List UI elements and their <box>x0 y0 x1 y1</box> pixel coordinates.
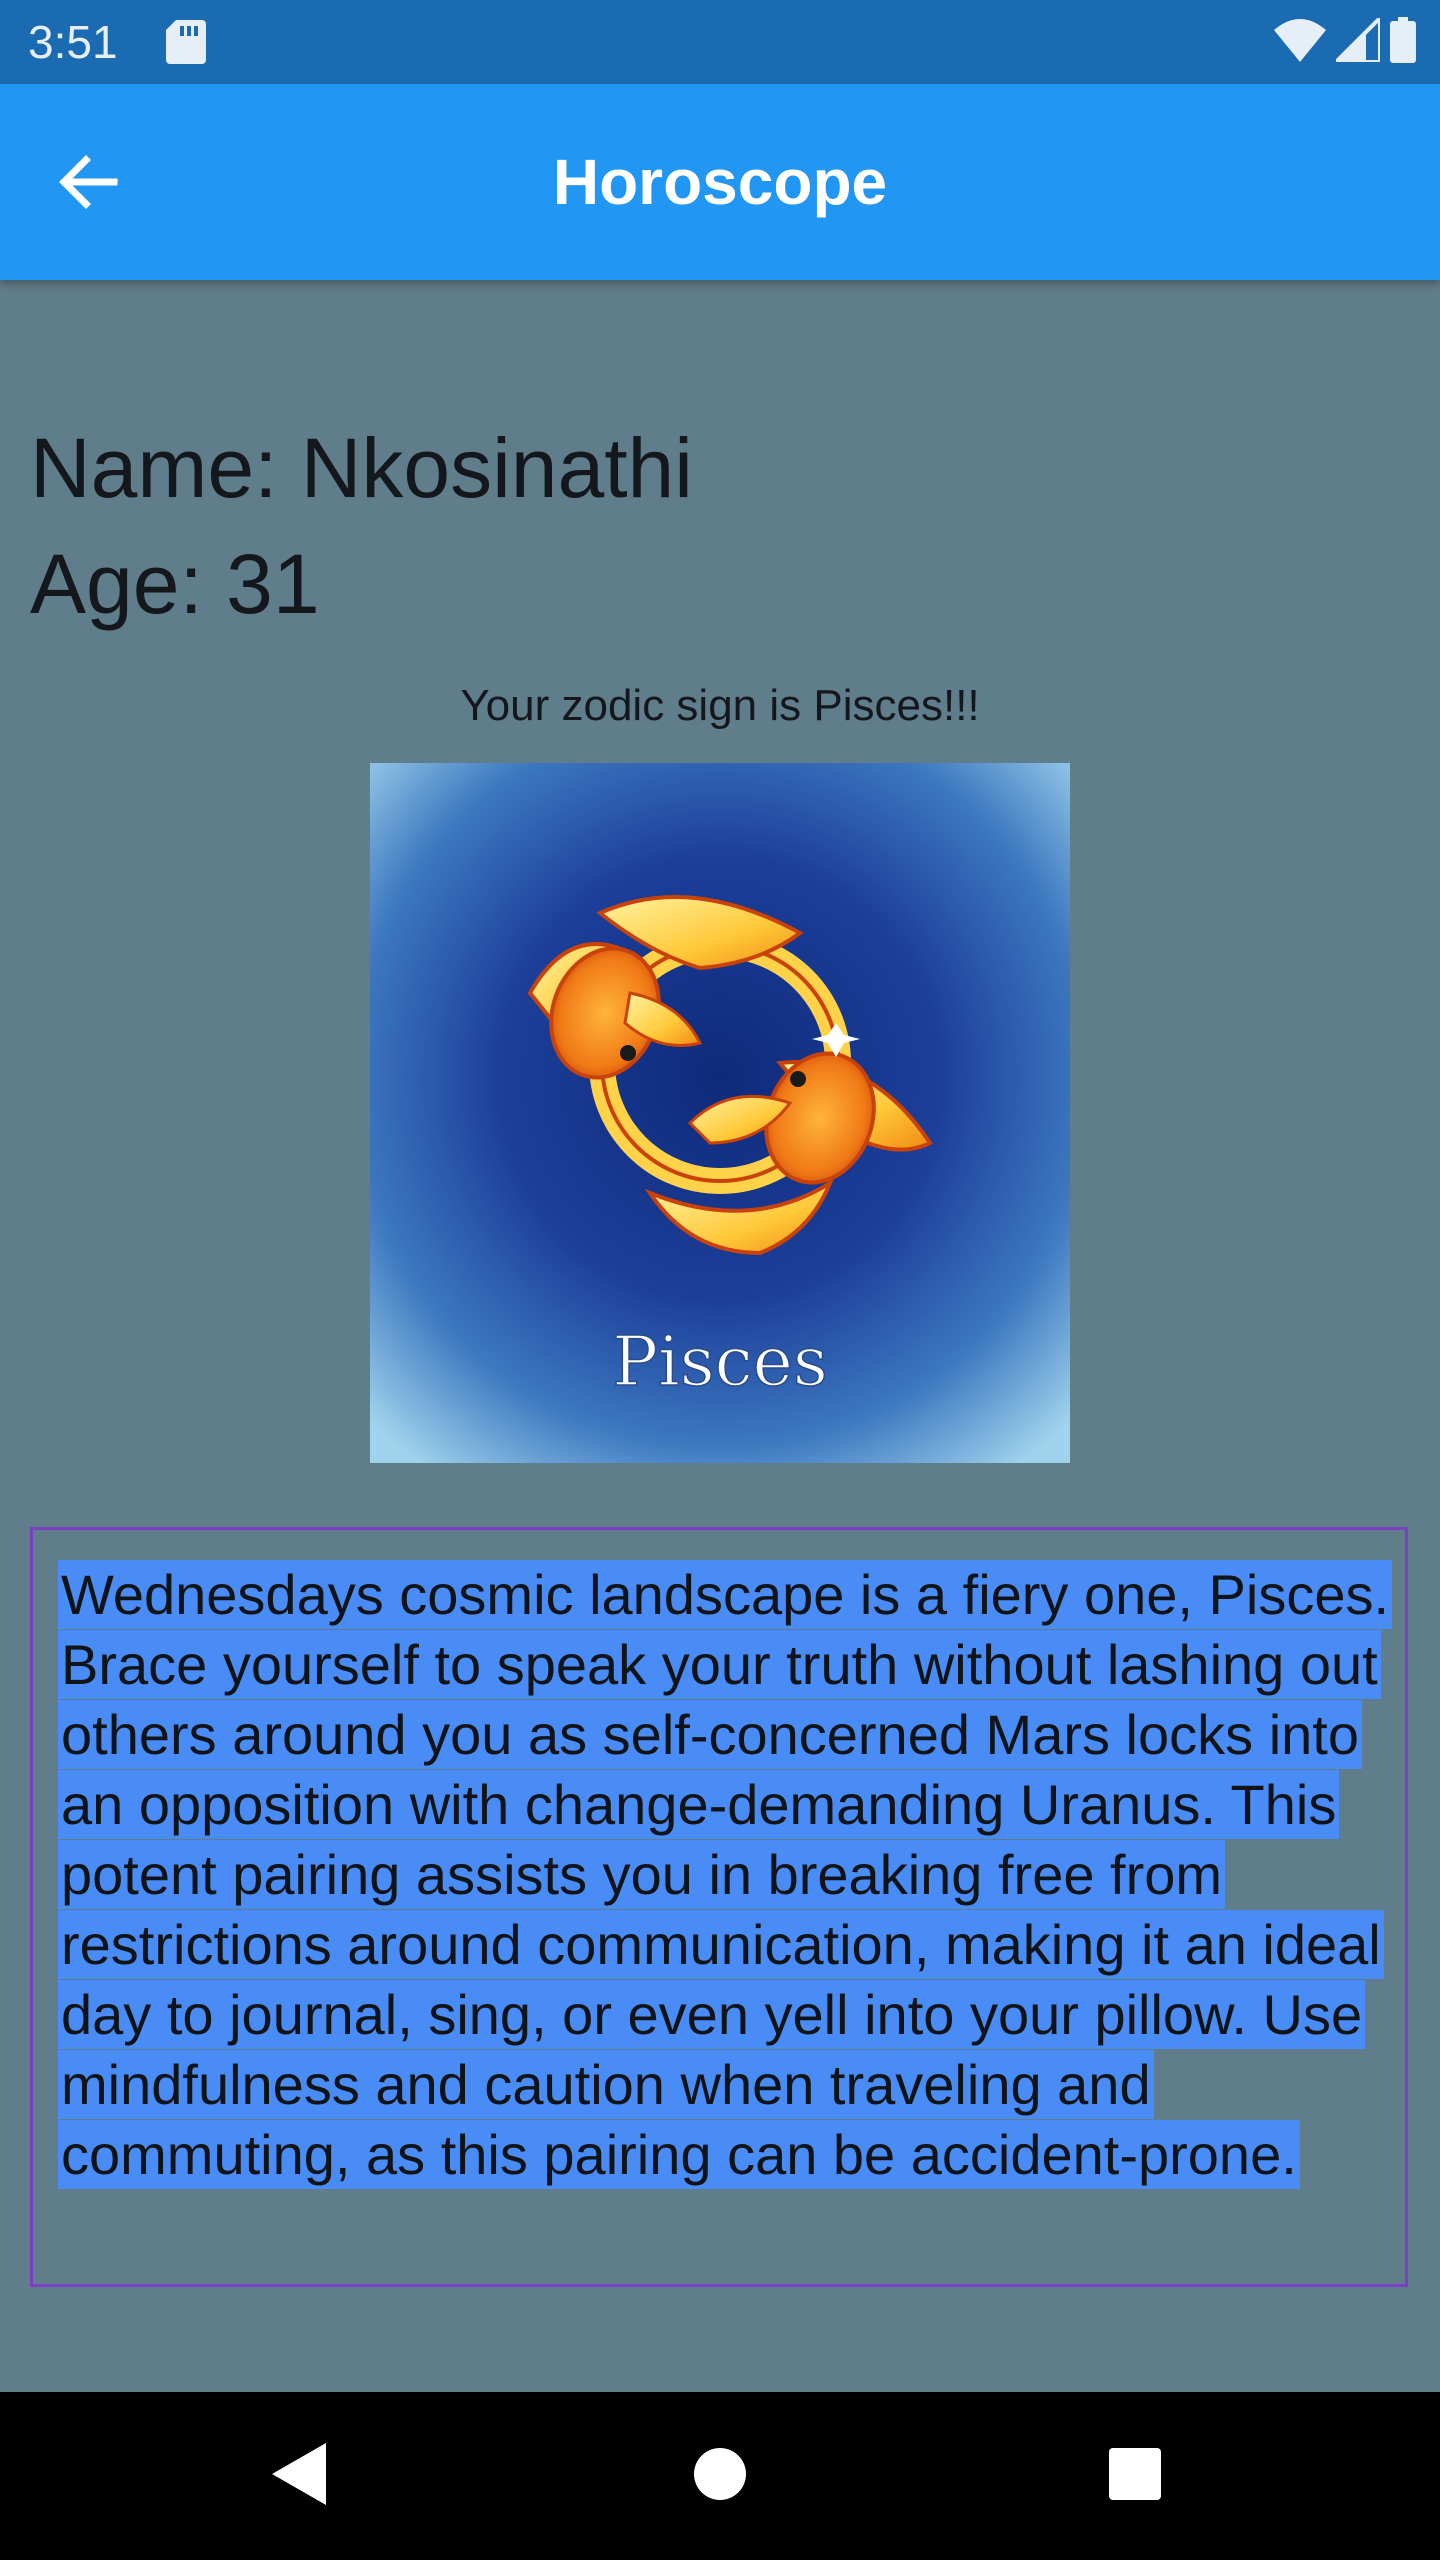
nav-recents-button[interactable] <box>1085 2426 1185 2526</box>
svg-text:Pisces: Pisces <box>612 1323 828 1402</box>
profile-age: Age: 31 <box>30 537 320 631</box>
horoscope-text-selection: Wednesdays cosmic landscape is a fiery o… <box>61 1563 1390 2186</box>
cell-signal-icon <box>1331 12 1382 67</box>
status-time: 3:51 <box>28 16 118 68</box>
profile-name: Name: Nkosinathi <box>30 421 693 515</box>
app-bar: Horoscope <box>0 84 1440 280</box>
zodiac-caption: Your zodic sign is Pisces!!! <box>460 681 980 730</box>
battery-icon <box>1390 16 1416 68</box>
wifi-icon <box>1274 18 1326 67</box>
nav-back-button[interactable] <box>250 2426 350 2526</box>
nav-home-icon <box>692 2446 748 2507</box>
horoscope-text[interactable]: Wednesdays cosmic landscape is a fiery o… <box>61 1560 1401 2190</box>
app-title: Horoscope <box>552 146 888 218</box>
nav-home-button[interactable] <box>670 2426 770 2526</box>
horoscope-box: Wednesdays cosmic landscape is a fiery o… <box>30 1527 1408 2287</box>
nav-back-icon <box>270 2441 330 2512</box>
sd-card-icon <box>166 20 206 64</box>
pisces-zodiac-image: Pisces <box>370 763 1070 1463</box>
nav-recents-icon <box>1107 2446 1163 2507</box>
status-bar: 3:51 <box>0 0 1440 84</box>
navigation-bar <box>0 2392 1440 2560</box>
status-icons <box>1274 12 1416 68</box>
